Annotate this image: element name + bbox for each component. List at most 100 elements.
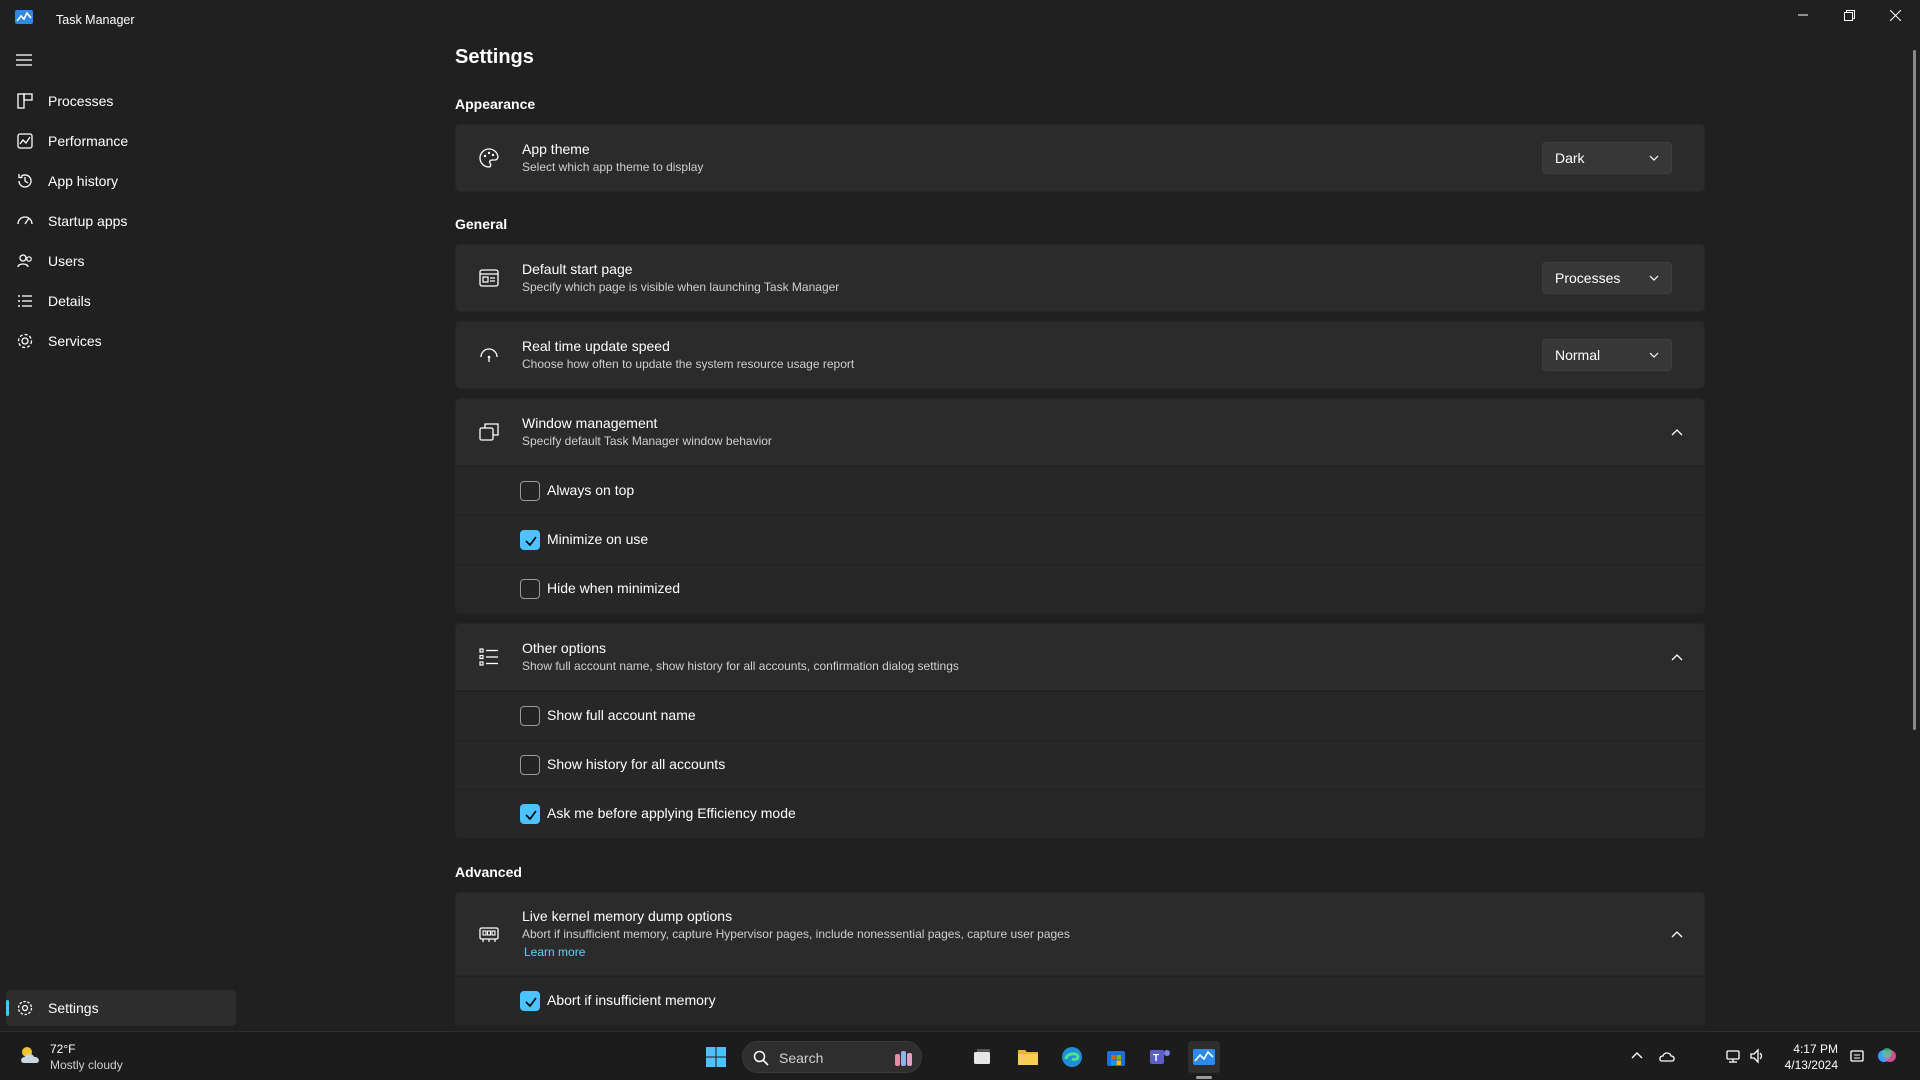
clock-time[interactable]: 4:17 PM (1782, 1042, 1838, 1056)
settings-content: Settings Appearance App theme Select whi… (455, 0, 1705, 1030)
task-manager-taskbar-button[interactable] (1188, 1041, 1220, 1073)
taskbar-search[interactable]: Search (742, 1041, 922, 1073)
minimize-on-use-checkbox[interactable] (520, 530, 540, 550)
details-icon (18, 295, 32, 307)
checkmark-icon (525, 536, 537, 547)
section-heading-general: General (455, 216, 508, 232)
sidebar-item-startup-apps[interactable]: Startup apps (6, 203, 236, 239)
update-speed-card: Real time update speed Choose how often … (455, 321, 1705, 389)
option-row: Minimize on use (455, 516, 1705, 564)
restore-button[interactable] (1826, 0, 1872, 30)
sidebar-item-performance[interactable]: Performance (6, 123, 236, 159)
start-button[interactable] (700, 1041, 732, 1073)
show-history-all-accounts-checkbox[interactable] (520, 755, 540, 775)
app-theme-dropdown[interactable]: Dark (1542, 142, 1672, 174)
sidebar-item-app-history[interactable]: App history (6, 163, 236, 199)
sidebar-item-services[interactable]: Services (6, 323, 236, 359)
sidebar-item-label: Settings (48, 1000, 99, 1016)
window-management-card[interactable]: Window management Specify default Task M… (455, 398, 1705, 466)
sidebar-item-details[interactable]: Details (6, 283, 236, 319)
checkmark-icon (525, 810, 537, 821)
cloudy-weather-icon[interactable] (18, 1044, 44, 1066)
kernel-dump-title: Live kernel memory dump options (522, 908, 733, 924)
vertical-scrollbar[interactable] (1913, 50, 1916, 730)
sidebar-item-settings[interactable]: Settings (6, 990, 236, 1026)
chevron-up-icon[interactable] (1670, 928, 1684, 942)
teams-icon: T (1150, 1050, 1170, 1064)
sidebar-item-label: Services (48, 333, 102, 349)
edge-icon (1062, 1047, 1082, 1067)
window-title: Task Manager (56, 13, 135, 27)
learn-more-link[interactable]: Learn more (524, 945, 585, 959)
search-icon (753, 1050, 769, 1066)
update-speed-value: Normal (1555, 347, 1601, 363)
volume-icon[interactable] (1748, 1047, 1766, 1065)
close-button[interactable] (1872, 0, 1918, 30)
history-icon (18, 174, 32, 188)
other-options-description: Show full account name, show history for… (522, 659, 959, 673)
abort-insufficient-memory-checkbox[interactable] (520, 991, 540, 1011)
task-view-button[interactable] (966, 1041, 998, 1073)
chevron-up-icon[interactable] (1670, 651, 1684, 665)
copilot-icon[interactable] (1876, 1045, 1898, 1067)
always-on-top-checkbox[interactable] (520, 481, 540, 501)
list-options-icon (479, 648, 498, 666)
speed-gauge-icon (480, 348, 498, 362)
task-manager-icon (1193, 1049, 1215, 1065)
option-label: Minimize on use (547, 531, 649, 547)
chevron-down-icon (1649, 155, 1659, 161)
chevron-down-icon (1649, 352, 1659, 358)
active-app-indicator (1196, 1076, 1212, 1079)
chevron-up-icon[interactable] (1628, 1047, 1646, 1065)
edge-browser-button[interactable] (1056, 1041, 1088, 1073)
sidebar-item-label: App history (48, 173, 119, 189)
other-options-card[interactable]: Other options Show full account name, sh… (455, 623, 1705, 691)
chevron-down-icon (1649, 275, 1659, 281)
windows-logo-icon (706, 1047, 726, 1067)
hide-when-minimized-checkbox[interactable] (520, 579, 540, 599)
start-page-value: Processes (1555, 270, 1621, 286)
efficiency-mode-confirm-checkbox[interactable] (520, 804, 540, 824)
search-highlight-icon (895, 1051, 912, 1066)
kernel-dump-card[interactable]: Live kernel memory dump options Abort if… (455, 892, 1705, 976)
teams-button[interactable]: T (1144, 1041, 1176, 1073)
file-explorer-button[interactable] (1012, 1041, 1044, 1073)
option-row: Show history for all accounts (455, 741, 1705, 789)
sidebar-item-users[interactable]: Users (6, 243, 236, 279)
chevron-up-icon[interactable] (1670, 426, 1684, 440)
checkmark-icon (525, 997, 537, 1008)
start-page-dropdown[interactable]: Processes (1542, 262, 1672, 294)
onedrive-cloud-icon[interactable] (1658, 1047, 1676, 1065)
users-icon (17, 254, 32, 268)
clock-date[interactable]: 4/13/2024 (1770, 1058, 1838, 1072)
kernel-dump-description: Abort if insufficient memory, capture Hy… (522, 927, 1070, 941)
window-management-description: Specify default Task Manager window beha… (522, 434, 772, 448)
startup-icon (17, 216, 33, 225)
weather-description[interactable]: Mostly cloudy (50, 1058, 123, 1072)
start-page-icon (479, 269, 499, 287)
notification-icon[interactable] (1848, 1047, 1866, 1065)
gear-icon (17, 1000, 33, 1016)
sidebar-item-processes[interactable]: Processes (6, 83, 236, 119)
window-icon (479, 423, 499, 441)
sidebar-item-label: Processes (48, 93, 114, 109)
network-icon[interactable] (1724, 1047, 1742, 1065)
memory-chip-icon (479, 927, 499, 942)
update-speed-description: Choose how often to update the system re… (522, 357, 855, 371)
store-button[interactable] (1100, 1041, 1132, 1073)
option-label: Show full account name (547, 707, 696, 723)
weather-temperature[interactable]: 72°F (50, 1042, 75, 1056)
page-title: Settings (455, 46, 534, 68)
minimize-button[interactable] (1780, 0, 1826, 30)
processes-icon (17, 93, 33, 109)
sidebar-item-label: Startup apps (48, 213, 128, 229)
task-manager-app-icon (15, 10, 33, 24)
palette-icon (479, 148, 499, 168)
services-icon (17, 333, 33, 349)
option-label: Show history for all accounts (547, 756, 726, 772)
update-speed-dropdown[interactable]: Normal (1542, 339, 1672, 371)
option-row: Abort if insufficient memory (455, 977, 1705, 1025)
window-management-title: Window management (522, 415, 658, 431)
show-full-account-name-checkbox[interactable] (520, 706, 540, 726)
hamburger-menu-icon[interactable] (12, 50, 36, 70)
